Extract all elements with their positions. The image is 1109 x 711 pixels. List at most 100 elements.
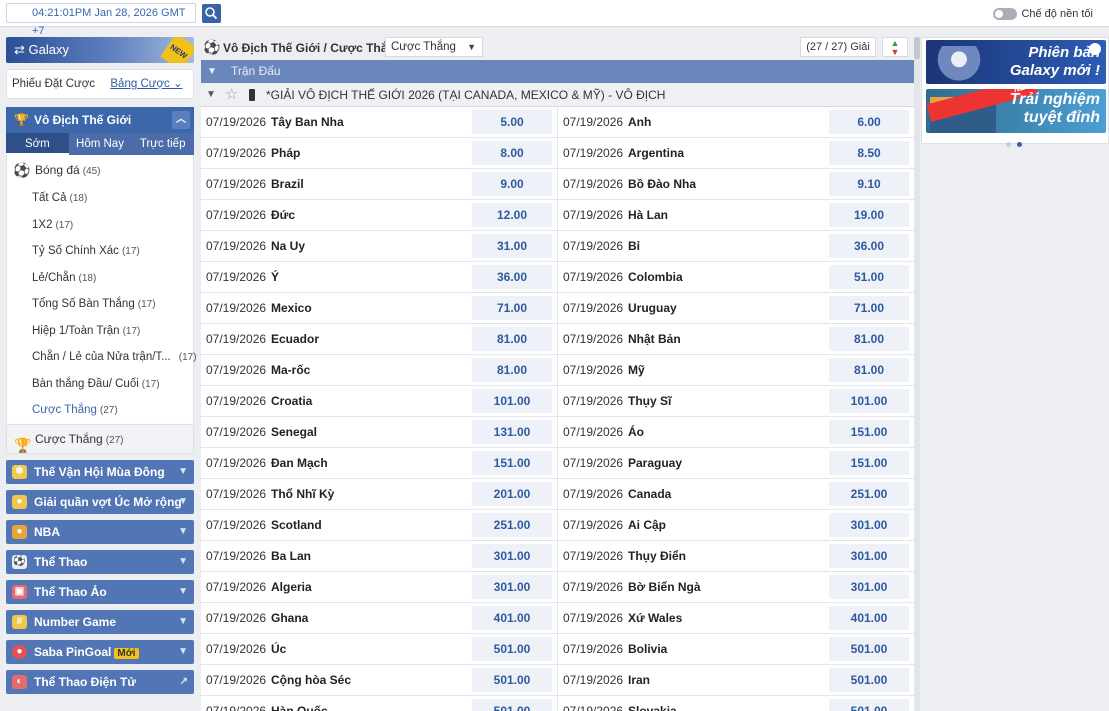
outright-cell: 07/19/2026 Uruguay 71.00 xyxy=(557,293,914,323)
odds-button[interactable]: 301.00 xyxy=(472,575,552,599)
odds-button[interactable]: 151.00 xyxy=(829,420,909,444)
sort-button[interactable]: ▲ ▼ xyxy=(882,37,908,57)
tab-early[interactable]: Sớm xyxy=(6,133,69,155)
dark-mode-toggle[interactable]: Chế độ nền tối xyxy=(993,6,1093,22)
chevron-down-icon: ▼ xyxy=(207,66,217,77)
sidebar-section[interactable]: # Number Game ▼ xyxy=(6,609,194,634)
market-item[interactable]: Tổng Số Bàn Thắng (17) xyxy=(7,291,193,318)
match-date: 07/19/2026 xyxy=(563,301,624,315)
team-name: Colombia xyxy=(628,270,683,284)
carousel-dot-active[interactable] xyxy=(1017,142,1022,147)
odds-button[interactable]: 401.00 xyxy=(472,606,552,630)
promo-banner-galaxy[interactable]: Phiên bản Galaxy mới ! xyxy=(926,40,1106,84)
odds-button[interactable]: 19.00 xyxy=(829,203,909,227)
odds-button[interactable]: 81.00 xyxy=(829,358,909,382)
odds-button[interactable]: 151.00 xyxy=(829,451,909,475)
odds-button[interactable]: 301.00 xyxy=(829,544,909,568)
sidebar-section[interactable]: ● Giải quần vợt Úc Mở rộng ▼ xyxy=(6,489,194,514)
section-world-cup[interactable]: 🏆 Vô Địch Thế Giới ︿ xyxy=(6,107,194,133)
odds-button[interactable]: 81.00 xyxy=(472,327,552,351)
odds-button[interactable]: 81.00 xyxy=(472,358,552,382)
market-item[interactable]: Tỷ Số Chính Xác (17) xyxy=(7,238,193,265)
odds-button[interactable]: 501.00 xyxy=(829,699,909,711)
outright-cell: 07/19/2026 Áo 151.00 xyxy=(557,417,914,447)
odds-button[interactable]: 8.50 xyxy=(829,141,909,165)
odds-button[interactable]: 501.00 xyxy=(472,699,552,711)
tab-odds-table[interactable]: Bảng Cược ⌄ xyxy=(100,70,193,98)
galaxy-switch-button[interactable]: ⇄ Galaxy NEW xyxy=(6,37,194,63)
sidebar-section[interactable]: ⚽ Thể Thao ▼ xyxy=(6,549,194,574)
odds-button[interactable]: 9.00 xyxy=(472,172,552,196)
league-row[interactable]: ▼ ☆ *GIẢI VÔ ĐỊCH THẾ GIỚI 2026 (TẠI CAN… xyxy=(201,83,914,107)
scrollbar-thumb[interactable] xyxy=(914,37,920,59)
sidebar-section[interactable]: ▣ Thể Thao Ảo ▼ xyxy=(6,579,194,604)
odds-button[interactable]: 151.00 xyxy=(472,451,552,475)
scrollbar[interactable] xyxy=(914,37,920,711)
favorite-star-icon[interactable]: ☆ xyxy=(225,83,238,107)
odds-button[interactable]: 31.00 xyxy=(472,234,552,258)
odds-button[interactable]: 131.00 xyxy=(472,420,552,444)
toggle-switch[interactable] xyxy=(993,8,1018,20)
match-date: 07/19/2026 xyxy=(206,425,267,439)
odds-button[interactable]: 81.00 xyxy=(829,327,909,351)
odds-button[interactable]: 51.00 xyxy=(829,265,909,289)
table-row: 07/19/2026 Ecuador 81.00 07/19/2026 Nhật Bản… xyxy=(201,324,914,355)
odds-button[interactable]: 301.00 xyxy=(829,575,909,599)
sidebar-section[interactable]: ● Saba PinGoal Mới ▼ xyxy=(6,639,194,664)
carousel-dot[interactable] xyxy=(1006,142,1011,147)
odds-button[interactable]: 6.00 xyxy=(829,110,909,134)
odds-button[interactable]: 501.00 xyxy=(829,668,909,692)
sidebar-section-label: Giải quần vợt Úc Mở rộng xyxy=(34,494,182,509)
market-item[interactable]: Hiệp 1/Toàn Trận (17) xyxy=(7,318,193,345)
odds-button[interactable]: 501.00 xyxy=(472,637,552,661)
market-item[interactable]: Chẵn / Lẻ của Nửa trận/T... (17) xyxy=(7,344,197,371)
team-name: Mexico xyxy=(271,301,312,315)
sidebar-section[interactable]: ● NBA ▼ xyxy=(6,519,194,544)
outright-item[interactable]: 🏆 Cược Thắng (27) xyxy=(6,424,194,454)
odds-button[interactable]: 101.00 xyxy=(829,389,909,413)
market-item-active[interactable]: Cược Thắng (27) xyxy=(7,397,193,424)
sidebar-section[interactable]: ◐ Thể Thao Điện Tử ↗ xyxy=(6,669,194,694)
market-select[interactable]: Cược Thắng ▼ xyxy=(385,37,483,57)
match-date: 07/19/2026 xyxy=(206,456,267,470)
clock-display: 04:21:01PM Jan 28, 2026 GMT +7 xyxy=(6,3,196,37)
odds-button[interactable]: 401.00 xyxy=(829,606,909,630)
sidebar-section[interactable]: ❄ Thế Vận Hội Mùa Đông ▼ xyxy=(6,459,194,484)
match-date: 07/19/2026 xyxy=(206,673,267,687)
odds-button[interactable]: 71.00 xyxy=(829,296,909,320)
tab-bet-slip[interactable]: Phiếu Đặt Cược xyxy=(7,70,100,98)
odds-button[interactable]: 8.00 xyxy=(472,141,552,165)
league-filter-button[interactable]: (27 / 27) Giải xyxy=(800,37,876,57)
odds-button[interactable]: 12.00 xyxy=(472,203,552,227)
tab-today[interactable]: Hôm Nay xyxy=(69,133,132,155)
market-item[interactable]: Tất Cả (18) xyxy=(7,185,193,212)
tab-live[interactable]: Trực tiếp xyxy=(131,133,194,155)
odds-button[interactable]: 36.00 xyxy=(829,234,909,258)
odds-button[interactable]: 301.00 xyxy=(829,513,909,537)
match-date: 07/19/2026 xyxy=(563,363,624,377)
outright-cell: 07/19/2026 Ghana 401.00 xyxy=(201,603,557,633)
odds-button[interactable]: 9.10 xyxy=(829,172,909,196)
odds-button[interactable]: 201.00 xyxy=(472,482,552,506)
odds-button[interactable]: 251.00 xyxy=(829,482,909,506)
odds-button[interactable]: 501.00 xyxy=(829,637,909,661)
market-item[interactable]: 1X2 (17) xyxy=(7,212,193,239)
sport-football[interactable]: ⚽ Bóng đá (45) xyxy=(7,155,193,185)
outright-cell: 07/19/2026 Canada 251.00 xyxy=(557,479,914,509)
odds-button[interactable]: 501.00 xyxy=(472,668,552,692)
team-name: Brazil xyxy=(271,177,304,191)
search-button[interactable] xyxy=(202,4,221,23)
outright-cell: 07/19/2026 Cộng hòa Séc 501.00 xyxy=(201,665,557,695)
odds-button[interactable]: 301.00 xyxy=(472,544,552,568)
group-header[interactable]: ▼ Trận Đấu xyxy=(201,60,914,83)
market-item[interactable]: Bàn thắng Đầu/ Cuối (17) xyxy=(7,371,193,398)
market-item[interactable]: Lẻ/Chẵn (18) xyxy=(7,265,193,292)
promo-banner-experience[interactable]: NEW Trải nghiệm tuyệt đỉnh xyxy=(926,89,1106,133)
odds-button[interactable]: 5.00 xyxy=(472,110,552,134)
league-info-icon[interactable] xyxy=(249,89,255,101)
odds-button[interactable]: 251.00 xyxy=(472,513,552,537)
odds-button[interactable]: 36.00 xyxy=(472,265,552,289)
chevron-up-icon[interactable]: ︿ xyxy=(172,111,190,129)
odds-button[interactable]: 101.00 xyxy=(472,389,552,413)
odds-button[interactable]: 71.00 xyxy=(472,296,552,320)
